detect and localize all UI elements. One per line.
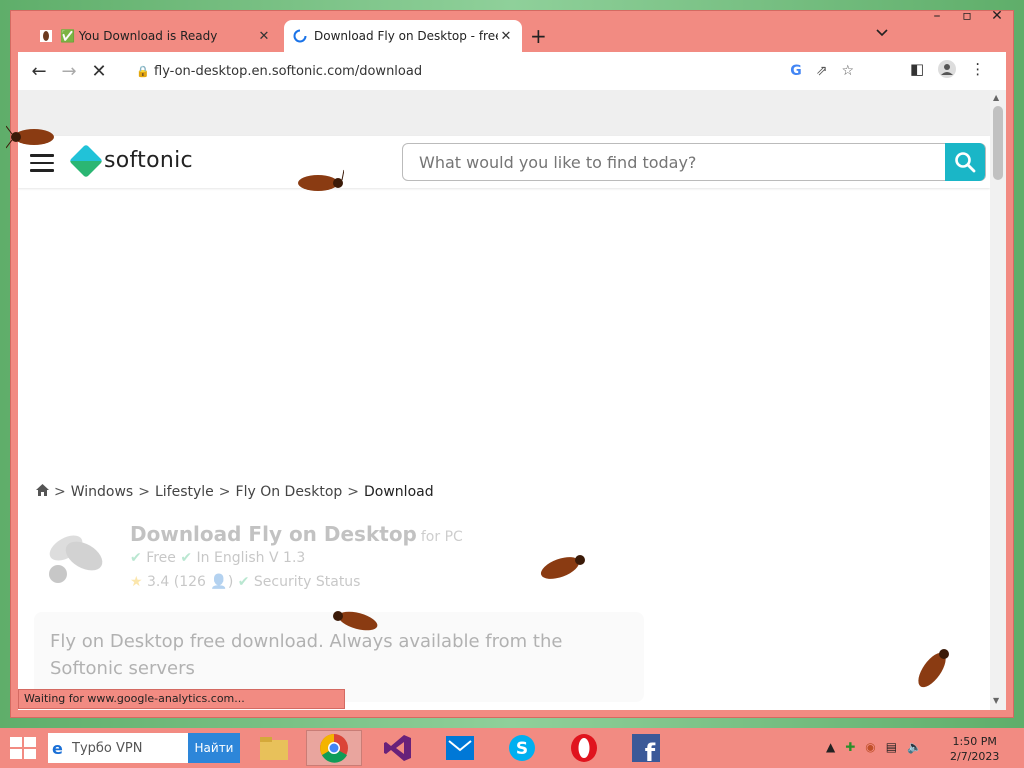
new-tab-button[interactable]: + <box>530 24 547 48</box>
find-button[interactable]: Найти <box>188 733 240 763</box>
svg-text:S: S <box>516 739 528 759</box>
tray-app-icon[interactable]: ✚ <box>845 740 855 754</box>
browser-toolbar: ← → ✕ 🔒 fly-on-desktop.en.softonic.com/d… <box>18 52 1006 90</box>
tab-title: Download Fly on Desktop - free <box>314 29 498 43</box>
facebook-icon[interactable]: f <box>618 730 674 766</box>
svg-text:f: f <box>645 739 656 763</box>
logo-text: softonic <box>104 148 193 173</box>
shield-check-icon: ✔ <box>237 574 250 590</box>
window-controls: – ▫ ✕ <box>922 8 1012 24</box>
taskbar-search-text[interactable]: Турбо VPN <box>72 741 142 756</box>
star-icon: ★ <box>130 574 143 590</box>
softonic-logo-mark-icon <box>69 143 103 178</box>
minimize-icon[interactable]: – <box>922 8 952 24</box>
google-lens-icon[interactable]: G <box>790 63 802 79</box>
ad-banner <box>18 90 990 136</box>
share-icon[interactable]: ⇗ <box>816 63 828 79</box>
search-input[interactable] <box>403 151 945 173</box>
tray-shield-icon[interactable]: ◉ <box>865 740 875 754</box>
address-bar[interactable]: 🔒 fly-on-desktop.en.softonic.com/downloa… <box>128 56 864 86</box>
check-icon: ✔ <box>180 550 193 566</box>
loading-spinner-icon <box>292 28 308 44</box>
chrome-icon[interactable] <box>306 730 362 766</box>
breadcrumb-separator: > <box>218 484 231 500</box>
tab-download-ready[interactable]: ✅ You Download is Ready ✕ <box>30 20 280 52</box>
scroll-up-arrow-icon[interactable]: ▲ <box>993 93 999 102</box>
app-license: Free <box>146 550 176 566</box>
app-meta: ✔ Free ✔ In English V 1.3 <box>130 550 305 566</box>
breadcrumb-item-windows[interactable]: Windows <box>71 484 134 500</box>
url-text[interactable]: fly-on-desktop.en.softonic.com/download <box>154 64 422 79</box>
stop-loading-icon[interactable]: ✕ <box>84 61 114 82</box>
lock-icon[interactable]: 🔒 <box>132 65 154 78</box>
breadcrumb-item-download: Download <box>364 484 434 500</box>
roach-favicon-icon <box>38 28 54 44</box>
page-viewport: softonic > Windows > Lifestyle > Fly On … <box>18 90 990 710</box>
tab-strip: ✅ You Download is Ready ✕ Download Fly o… <box>18 20 1006 52</box>
forward-arrow-icon[interactable]: → <box>54 61 84 82</box>
tab-softonic[interactable]: Download Fly on Desktop - free ✕ <box>284 20 522 52</box>
ie-icon: e <box>52 738 63 758</box>
app-rating: ★ 3.4 (126 👤) ✔ Security Status <box>130 574 360 590</box>
back-arrow-icon[interactable]: ← <box>24 61 54 82</box>
volume-icon[interactable]: 🔈 <box>907 740 922 754</box>
clock-date: 2/7/2023 <box>950 750 1000 763</box>
breadcrumb-separator: > <box>54 484 66 500</box>
check-icon: ✔ <box>130 550 142 566</box>
fly-app-icon <box>36 518 116 598</box>
breadcrumb-separator: > <box>347 484 360 500</box>
close-window-icon[interactable]: ✕ <box>982 8 1012 24</box>
taskbar: e Турбо VPN Найти S f ▲ ✚ ◉ ▤ 🔈 1:50 PM … <box>0 728 1024 768</box>
tab-title: ✅ You Download is Ready <box>60 29 218 43</box>
taskbar-clock[interactable]: 1:50 PM 2/7/2023 <box>950 734 999 764</box>
scroll-thumb[interactable] <box>993 106 1003 180</box>
rating-value: 3.4 <box>147 574 170 590</box>
side-panel-icon[interactable]: ◧ <box>910 60 924 82</box>
site-search <box>402 143 986 181</box>
loading-status: Waiting for www.google-analytics.com... <box>18 689 345 709</box>
description-text: Fly on Desktop free download. Always ava… <box>50 631 563 679</box>
system-tray: ▲ ✚ ◉ ▤ 🔈 <box>826 740 922 754</box>
app-title-text: Download Fly on Desktop <box>130 522 417 546</box>
mail-icon[interactable] <box>432 730 488 766</box>
breadcrumb: > Windows > Lifestyle > Fly On Desktop >… <box>36 484 434 500</box>
menu-kebab-icon[interactable]: ⋮ <box>970 60 985 82</box>
app-title: Download Fly on Desktop for PC <box>130 522 463 546</box>
search-button[interactable] <box>945 143 985 181</box>
visual-studio-icon[interactable] <box>370 730 426 766</box>
file-explorer-icon[interactable] <box>246 730 302 766</box>
close-icon[interactable]: ✕ <box>256 29 272 44</box>
tray-expand-icon[interactable]: ▲ <box>826 740 835 754</box>
network-icon[interactable]: ▤ <box>886 740 897 754</box>
close-icon[interactable]: ✕ <box>498 29 514 44</box>
app-version: V 1.3 <box>269 550 306 566</box>
softonic-logo[interactable]: softonic <box>69 143 193 178</box>
breadcrumb-item-lifestyle[interactable]: Lifestyle <box>155 484 214 500</box>
breadcrumb-separator: > <box>138 484 150 500</box>
windows-start-icon[interactable] <box>10 737 36 759</box>
taskbar-search[interactable]: e Турбо VPN <box>48 733 188 763</box>
skype-icon[interactable]: S <box>494 730 550 766</box>
breadcrumb-item-fly-on-desktop[interactable]: Fly On Desktop <box>236 484 343 500</box>
home-icon[interactable] <box>36 484 49 500</box>
scroll-down-arrow-icon[interactable]: ▼ <box>993 696 999 705</box>
rating-count: (126 <box>173 574 206 590</box>
search-icon <box>955 152 976 173</box>
hamburger-menu-icon[interactable] <box>30 154 54 172</box>
user-icon: 👤 <box>210 574 228 590</box>
opera-icon[interactable] <box>556 730 612 766</box>
page-scrollbar[interactable]: ▲ ▼ <box>990 90 1006 710</box>
maximize-icon[interactable]: ▫ <box>952 8 982 24</box>
bookmark-star-icon[interactable]: ☆ <box>841 63 854 79</box>
site-header: softonic <box>18 136 990 188</box>
app-language: In English <box>196 550 265 566</box>
profile-avatar-icon[interactable] <box>938 60 957 82</box>
security-status[interactable]: Security Status <box>254 574 361 590</box>
tab-search-chevron-icon[interactable] <box>876 26 888 40</box>
clock-time: 1:50 PM <box>952 735 997 748</box>
app-platform: for PC <box>420 529 463 545</box>
rating-count-close: ) <box>227 574 234 590</box>
